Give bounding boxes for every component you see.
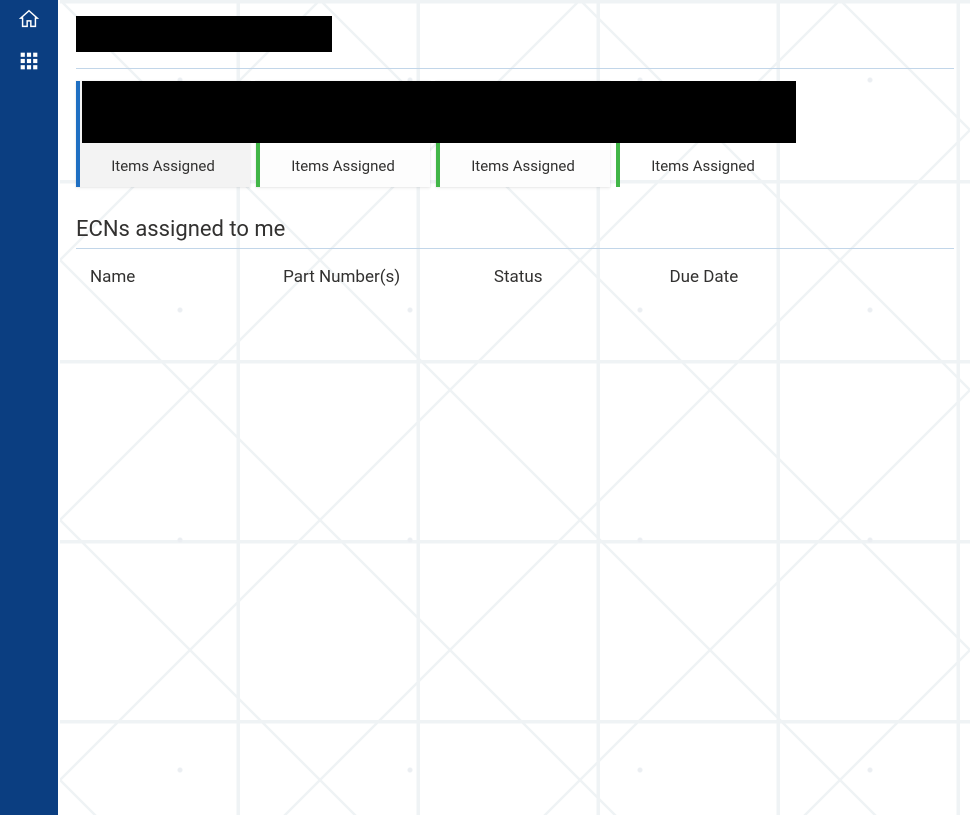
col-status[interactable]: Status bbox=[480, 257, 656, 297]
table-header-row: Name Part Number(s) Status Due Date bbox=[76, 257, 954, 297]
tile-label: Items Assigned bbox=[616, 157, 790, 175]
sidebar-home[interactable] bbox=[0, 0, 58, 42]
main-content: Items Assigned Items Assigned Items Assi… bbox=[60, 0, 970, 815]
tiles-top-redacted bbox=[82, 81, 796, 143]
section-divider bbox=[76, 248, 954, 249]
tile-label: Items Assigned bbox=[256, 157, 430, 175]
summary-tiles-row: Items Assigned Items Assigned Items Assi… bbox=[76, 81, 796, 187]
tile-label: Items Assigned bbox=[76, 157, 250, 175]
header-divider bbox=[76, 68, 954, 69]
ecn-table: Name Part Number(s) Status Due Date bbox=[76, 257, 954, 297]
page-title-redacted bbox=[76, 16, 332, 52]
col-part-number[interactable]: Part Number(s) bbox=[269, 257, 480, 297]
col-name[interactable]: Name bbox=[76, 257, 269, 297]
home-icon bbox=[18, 8, 40, 34]
page-header bbox=[76, 0, 954, 68]
apps-grid-icon bbox=[19, 51, 39, 75]
col-due-date[interactable]: Due Date bbox=[655, 257, 954, 297]
tile-label: Items Assigned bbox=[436, 157, 610, 175]
section-heading: ECNs assigned to me bbox=[76, 217, 954, 242]
sidebar bbox=[0, 0, 58, 815]
sidebar-apps[interactable] bbox=[0, 42, 58, 84]
